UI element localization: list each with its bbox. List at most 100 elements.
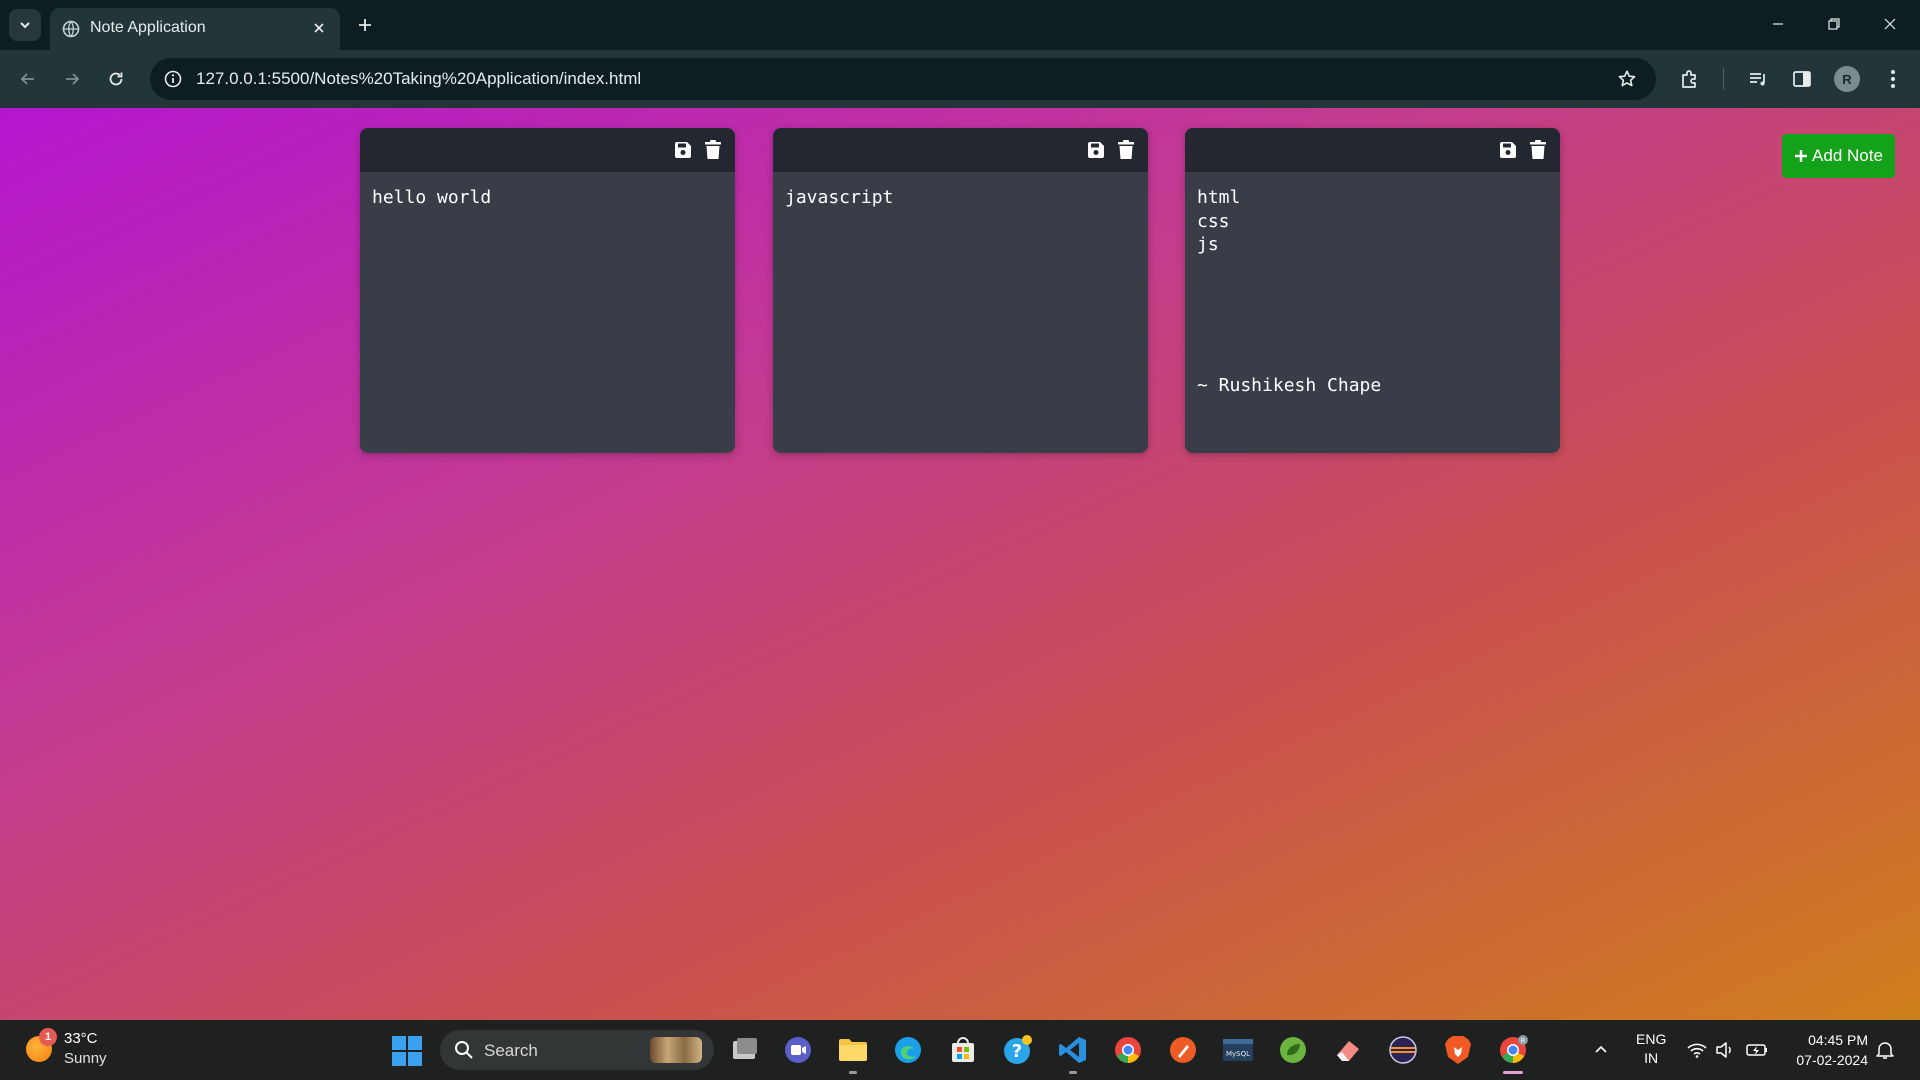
weather-temperature[interactable]: 33°C (64, 1030, 98, 1047)
search-icon (455, 1041, 473, 1059)
side-panel-icon (1793, 71, 1811, 87)
restore-button[interactable] (1806, 0, 1862, 48)
delete-note-button[interactable] (1527, 139, 1549, 161)
plus-icon (1795, 150, 1808, 162)
running-indicator (1069, 1071, 1077, 1074)
edge-app[interactable] (892, 1034, 924, 1066)
battery-status[interactable] (1746, 1039, 1768, 1061)
close-icon (314, 23, 324, 33)
save-note-button[interactable] (1085, 139, 1107, 161)
side-panel-button[interactable] (1788, 65, 1816, 93)
eclipse-icon (1389, 1036, 1417, 1064)
extensions-button[interactable] (1676, 65, 1704, 93)
notifications-button[interactable] (1874, 1039, 1896, 1061)
task-view-button[interactable] (728, 1034, 760, 1066)
trash-icon (705, 140, 721, 159)
note-card: javascript (773, 128, 1148, 453)
active-indicator (1503, 1071, 1523, 1074)
wifi-icon (1687, 1043, 1707, 1058)
note-textarea[interactable]: html css js ~ Rushikesh Chape (1197, 186, 1548, 443)
browser-toolbar: 127.0.0.1:5500/Notes%20Taking%20Applicat… (0, 50, 1920, 108)
postman-app[interactable] (1167, 1034, 1199, 1066)
task-view-icon (733, 1038, 757, 1059)
spring-tools-app[interactable] (1277, 1034, 1309, 1066)
region-code: IN (1644, 1050, 1659, 1066)
address-bar[interactable]: 127.0.0.1:5500/Notes%20Taking%20Applicat… (150, 58, 1656, 100)
note-toolbar (1185, 128, 1560, 172)
page-content: hello world javascript html css js ~ Rus… (0, 108, 1920, 1020)
svg-text:?: ? (1012, 1041, 1022, 1062)
vscode-icon (1059, 1037, 1086, 1063)
tab-close-button[interactable] (308, 17, 330, 39)
weather-condition[interactable]: Sunny (64, 1050, 107, 1067)
file-explorer-app[interactable] (837, 1034, 869, 1074)
add-note-button[interactable]: Add Note (1782, 134, 1895, 178)
chrome-app[interactable] (1112, 1034, 1144, 1066)
windows-logo-icon (392, 1036, 406, 1050)
save-note-button[interactable] (1497, 139, 1519, 161)
help-icon: ? (1004, 1035, 1032, 1064)
trash-icon (1118, 140, 1134, 159)
close-window-button[interactable] (1862, 0, 1918, 48)
playlist-icon (1750, 73, 1765, 86)
url-text[interactable]: 127.0.0.1:5500/Notes%20Taking%20Applicat… (196, 69, 641, 89)
brave-app[interactable] (1442, 1034, 1474, 1066)
trash-icon (1530, 140, 1546, 159)
toolbar-divider (1723, 68, 1724, 90)
taskbar-search[interactable]: Search (440, 1030, 714, 1070)
eraser-app[interactable] (1332, 1034, 1364, 1066)
store-icon (952, 1037, 974, 1062)
minimize-icon (1773, 23, 1783, 25)
forward-button[interactable] (56, 63, 88, 95)
floppy-disk-icon (1500, 142, 1516, 158)
media-control-button[interactable] (1744, 65, 1772, 93)
site-info-button[interactable] (160, 66, 186, 92)
weather-badge: 1 (39, 1028, 57, 1046)
show-hidden-icons-button[interactable] (1590, 1039, 1612, 1061)
back-button[interactable] (12, 63, 44, 95)
note-toolbar (360, 128, 735, 172)
vscode-app[interactable] (1057, 1034, 1089, 1074)
delete-note-button[interactable] (1115, 139, 1137, 161)
delete-note-button[interactable] (702, 139, 724, 161)
chrome-icon (1115, 1037, 1141, 1063)
bookmark-button[interactable] (1614, 66, 1640, 92)
profile-avatar[interactable]: R (1834, 66, 1860, 92)
floppy-disk-icon (675, 142, 691, 158)
system-clock[interactable]: 04:45 PM 07-02-2024 (1784, 1030, 1868, 1070)
speaker-icon (1716, 1042, 1731, 1058)
star-icon (1618, 70, 1636, 87)
floppy-disk-icon (1088, 142, 1104, 158)
new-tab-button[interactable] (352, 12, 378, 38)
browser-tab-active[interactable]: Note Application (50, 8, 340, 50)
clock-date: 07-02-2024 (1796, 1052, 1868, 1068)
browser-menu-button[interactable] (1879, 65, 1907, 93)
note-textarea[interactable]: javascript (785, 186, 1136, 443)
store-app[interactable] (947, 1034, 979, 1066)
reload-button[interactable] (100, 63, 132, 95)
tab-search-button[interactable] (9, 9, 41, 41)
mysql-app[interactable]: MySQL (1222, 1034, 1254, 1066)
input-language[interactable]: ENG IN (1636, 1030, 1666, 1068)
chrome-icon: R (1500, 1035, 1528, 1063)
wifi-status[interactable] (1686, 1039, 1708, 1061)
note-card: hello world (360, 128, 735, 453)
eclipse-app[interactable] (1387, 1034, 1419, 1066)
restore-icon (1828, 18, 1840, 30)
search-label: Search (484, 1041, 538, 1060)
chrome-profile-app[interactable]: R (1497, 1034, 1529, 1074)
video-call-icon (785, 1037, 811, 1063)
windows-taskbar: 1 33°C Sunny Search ? MySQL R ENG IN 04:… (0, 1020, 1920, 1080)
note-textarea[interactable]: hello world (372, 186, 723, 443)
arrow-left-icon (20, 73, 34, 85)
help-app[interactable]: ? (1002, 1034, 1034, 1066)
start-button[interactable] (392, 1036, 422, 1066)
meet-app[interactable] (782, 1034, 814, 1066)
info-icon (164, 70, 182, 88)
add-note-label: Add Note (1812, 146, 1883, 165)
minimize-button[interactable] (1750, 0, 1806, 48)
save-note-button[interactable] (672, 139, 694, 161)
clock-time: 04:45 PM (1808, 1032, 1868, 1048)
bell-icon (1876, 1042, 1894, 1059)
volume-status[interactable] (1714, 1039, 1736, 1061)
